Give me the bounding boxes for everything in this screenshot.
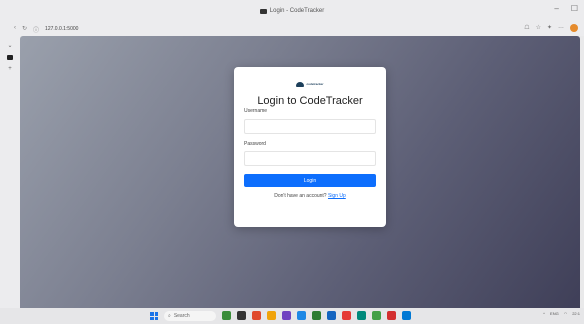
url-field[interactable]: 127.0.0.1:5000 xyxy=(45,26,78,32)
password-input[interactable] xyxy=(244,151,376,166)
taskbar-app-icon[interactable] xyxy=(312,311,321,320)
nav-buttons: ‹ ↻ ⓘ xyxy=(14,25,39,34)
taskbar-apps xyxy=(222,311,411,320)
taskbar-app-icon[interactable] xyxy=(282,311,291,320)
username-input[interactable] xyxy=(244,118,376,134)
signup-line: Don't have an account? Sign Up xyxy=(244,193,376,199)
page-title: Login to CodeTracker xyxy=(257,95,363,107)
logo-mark-icon xyxy=(296,81,305,87)
screen: Login - CodeTracker – ☐ ‹ ↻ ⓘ 127.0.0.1:… xyxy=(0,0,584,324)
read-aloud-icon[interactable]: ☖ xyxy=(524,24,529,32)
login-card: codetracker Login to CodeTracker Usernam… xyxy=(234,67,386,227)
tab-title[interactable]: Login - CodeTracker xyxy=(259,8,325,14)
taskbar-app-icon[interactable] xyxy=(357,311,366,320)
taskbar-app-icon[interactable] xyxy=(297,311,306,320)
taskbar: ⌕ Search ^ ENG ◠ 22:1 xyxy=(0,308,584,324)
start-button[interactable] xyxy=(150,312,158,320)
language-indicator[interactable]: ENG xyxy=(550,311,559,316)
signup-link[interactable]: Sign Up xyxy=(328,193,346,199)
search-icon: ⌕ xyxy=(168,313,171,319)
wifi-icon[interactable]: ◠ xyxy=(564,311,568,316)
username-label: Username xyxy=(244,108,268,114)
app-logo: codetracker xyxy=(244,77,376,91)
taskbar-app-icon[interactable] xyxy=(327,311,336,320)
search-placeholder: Search xyxy=(173,313,190,319)
address-bar: ‹ ↻ ⓘ 127.0.0.1:5000 ☖ ☆ ✦ … xyxy=(0,22,584,36)
taskbar-app-icon[interactable] xyxy=(342,311,351,320)
sidebar-tab-icon[interactable] xyxy=(7,55,13,60)
title-bar: Login - CodeTracker – ☐ xyxy=(0,0,584,22)
sidebar-collapse-icon[interactable]: ⌄ xyxy=(7,42,12,49)
logo-word: codetracker xyxy=(306,82,324,86)
taskbar-app-icon[interactable] xyxy=(387,311,396,320)
page-background: codetracker Login to CodeTracker Usernam… xyxy=(20,36,580,308)
taskbar-search[interactable]: ⌕ Search xyxy=(164,311,216,321)
more-menu-icon[interactable]: … xyxy=(558,24,564,32)
reload-icon[interactable]: ↻ xyxy=(22,25,27,34)
browser-sidebar: ⌄ + xyxy=(0,36,20,308)
favicon-icon xyxy=(259,8,267,14)
profile-avatar[interactable] xyxy=(570,24,578,32)
window-controls: – ☐ xyxy=(554,4,578,13)
taskbar-app-icon[interactable] xyxy=(252,311,261,320)
window-title: Login - CodeTracker xyxy=(269,8,325,14)
login-button[interactable]: Login xyxy=(244,174,376,187)
system-tray: ^ ENG ◠ 22:1 xyxy=(543,311,580,316)
taskbar-app-icon[interactable] xyxy=(222,311,231,320)
taskbar-app-icon[interactable] xyxy=(267,311,276,320)
taskbar-app-icon[interactable] xyxy=(372,311,381,320)
minimize-button[interactable]: – xyxy=(554,4,558,13)
maximize-button[interactable]: ☐ xyxy=(571,4,578,13)
sidebar-add-icon[interactable]: + xyxy=(8,66,12,72)
signup-prompt: Don't have an account? xyxy=(274,193,327,199)
browser-tools: ☖ ☆ ✦ … xyxy=(524,24,578,32)
taskbar-app-icon[interactable] xyxy=(402,311,411,320)
taskbar-app-icon[interactable] xyxy=(237,311,246,320)
back-icon[interactable]: ‹ xyxy=(14,25,16,34)
tray-chevron-icon[interactable]: ^ xyxy=(543,311,545,316)
site-info-icon[interactable]: ⓘ xyxy=(33,25,39,34)
favorite-star-icon[interactable]: ☆ xyxy=(536,24,541,32)
clock[interactable]: 22:1 xyxy=(572,311,580,316)
extensions-icon[interactable]: ✦ xyxy=(547,24,552,32)
password-label: Password xyxy=(244,140,266,147)
